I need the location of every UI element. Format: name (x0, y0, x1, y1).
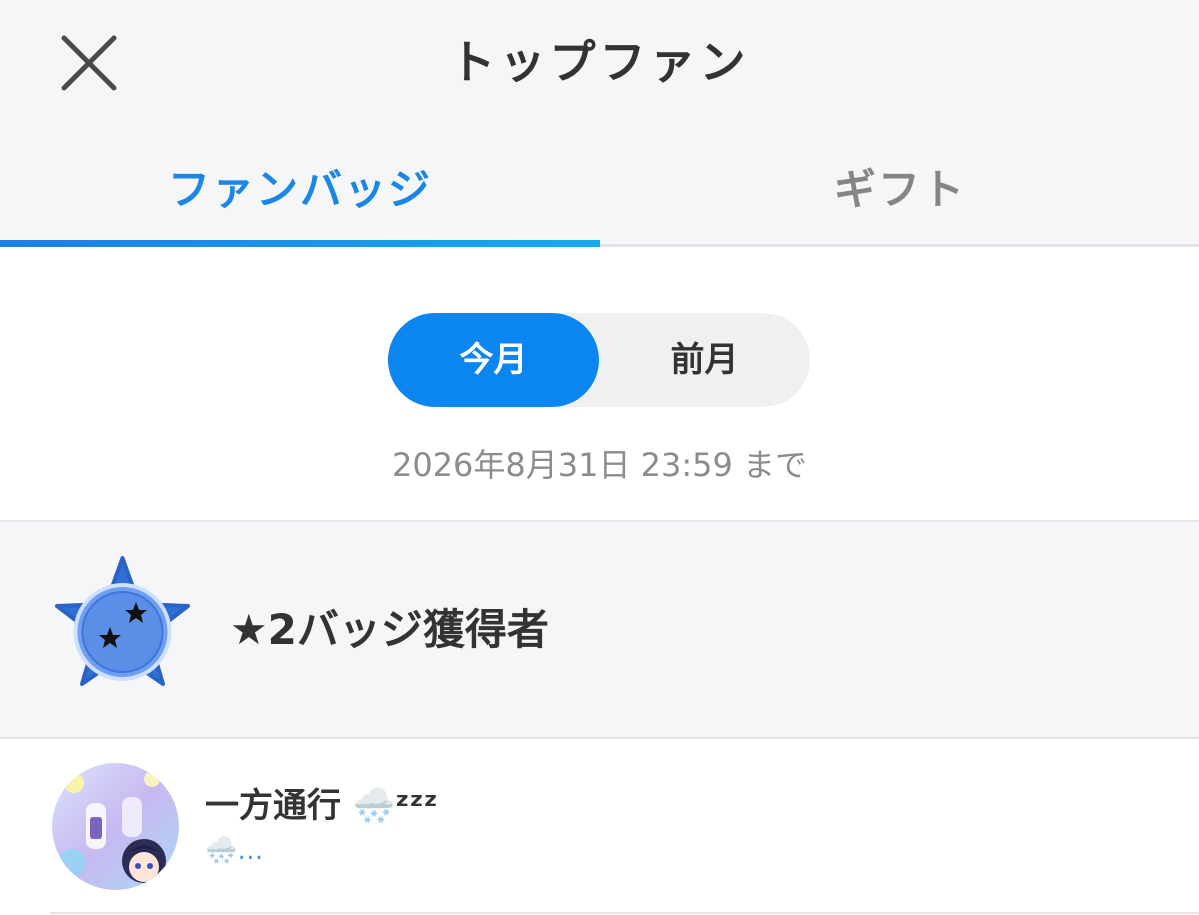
fan-subtitle: 🌨️… (205, 836, 264, 866)
blue-star-badge-icon (50, 556, 195, 694)
tab-fan-badge[interactable]: ファンバッジ (0, 160, 600, 220)
row-divider (50, 912, 1199, 914)
top-bar: トップファン ファンバッジ ギフト (0, 0, 1199, 246)
page-title: トップファン (449, 35, 750, 89)
section-title: ★2バッジ獲得者 (230, 605, 549, 654)
period-toggle: 今月 前月 (388, 313, 810, 407)
last-month-button[interactable]: 前月 (599, 313, 810, 407)
fan-name[interactable]: 一方通行 🌨️ᶻᶻᶻ (205, 783, 438, 829)
tab-gift[interactable]: ギフト (600, 160, 1199, 220)
active-tab-indicator (0, 240, 600, 247)
anime-avatar-icon[interactable] (52, 763, 179, 890)
badge-section-header: ★2バッジ獲得者 (0, 520, 1199, 739)
fan-list-item[interactable]: 一方通行 🌨️ᶻᶻᶻ 🌨️… (0, 737, 1199, 915)
this-month-button[interactable]: 今月 (388, 313, 599, 407)
deadline-text: 2026年8月31日 23:59 まで (391, 446, 808, 484)
